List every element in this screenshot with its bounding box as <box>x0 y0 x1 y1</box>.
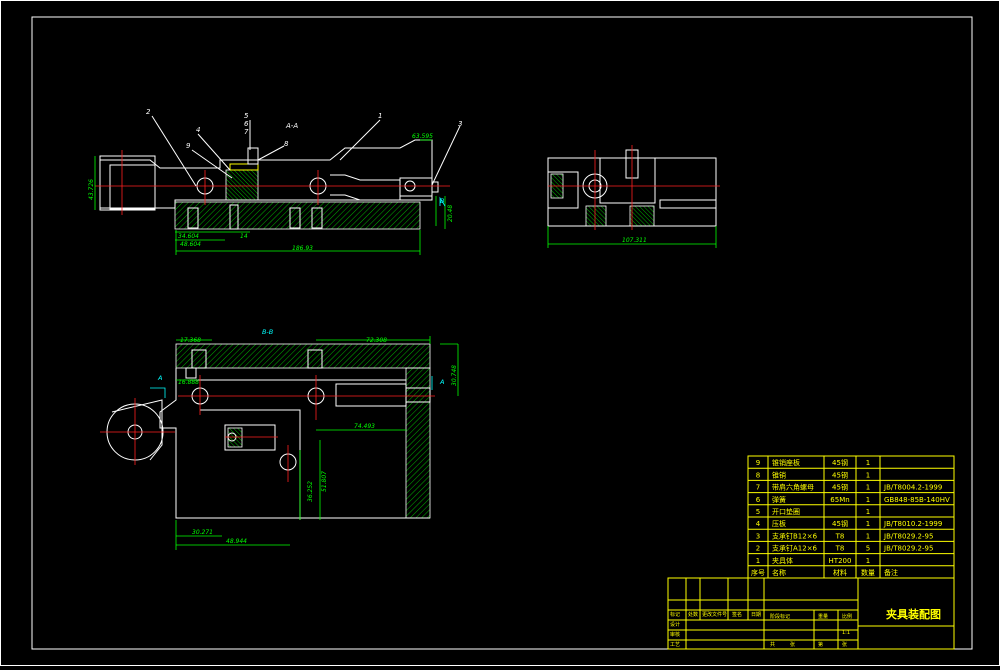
dim-30-271: 30.271 <box>192 529 213 536</box>
bom-cell-std: JB/T8029.2-95 <box>883 545 933 553</box>
tb-mark: 标记 <box>670 611 680 618</box>
bom-cell-qty: 1 <box>866 520 870 528</box>
dim-34-604: 34.604 <box>178 233 199 240</box>
bom-cell-material: 45钢 <box>832 483 848 492</box>
dim-51-807: 51.807 <box>321 471 328 492</box>
tb-sheets-a: 张 <box>790 641 795 648</box>
callout-7: 7 <box>244 128 249 136</box>
bom-cell-qty: 1 <box>866 496 870 504</box>
bom-cell-std: GB848-85B-140HV <box>884 496 950 504</box>
dim-107-311: 107.311 <box>622 237 647 244</box>
bom-cell-qty: 1 <box>866 484 870 492</box>
drawing-title: 夹具装配图 <box>886 607 941 621</box>
dim-63-595: 63.595 <box>412 133 433 140</box>
callout-8: 8 <box>284 140 289 148</box>
dim-36-252: 36.252 <box>307 481 314 502</box>
tb-review: 审核 <box>670 631 680 638</box>
bom-cell-std: JB/T8010.2-1999 <box>883 520 942 528</box>
bom-cell-material: 45钢 <box>832 519 848 528</box>
section-bb-view <box>100 336 459 550</box>
bom-cell-material: T8 <box>835 545 845 553</box>
bom-cell-material: T8 <box>835 532 845 540</box>
section-a-letter-right: A <box>439 378 444 386</box>
dim-48-944: 48.944 <box>226 538 247 545</box>
callout-9: 9 <box>186 142 191 150</box>
bom-cell-name: 带肩六角螺母 <box>772 483 814 492</box>
bom-cell-material: HT200 <box>829 557 852 565</box>
bom-cell-qty: 1 <box>866 557 870 565</box>
tb-date: 日期 <box>751 612 761 618</box>
cad-drawing: 2 4 9 5 6 7 A-A 8 1 3 63.595 34.604 14 4… <box>0 0 1000 666</box>
bom-cell-name: 支承钉A12×6 <box>772 544 818 553</box>
tb-total: 共 <box>770 641 775 648</box>
bom-cell-name: 支承钉B12×6 <box>772 531 818 540</box>
drawing-sheet: 2 4 9 5 6 7 A-A 8 1 3 63.595 34.604 14 4… <box>0 0 1000 666</box>
bom-cell-no: 9 <box>756 459 760 467</box>
dim-72-308: 72.308 <box>366 337 387 344</box>
bom-cell-name: 弹簧 <box>772 495 786 504</box>
bom-header-no: 序号 <box>751 568 765 577</box>
bom-cell-material: 65Mn <box>830 496 849 504</box>
callout-6: 6 <box>244 120 249 128</box>
dim-43-726: 43.726 <box>88 179 95 200</box>
bom-cell-name: 夹具体 <box>772 556 793 565</box>
bom-cell-no: 2 <box>756 545 760 553</box>
tb-process: 工艺 <box>670 642 680 648</box>
bom-cell-no: 4 <box>756 520 761 528</box>
bom-cell-std: JB/T8004.2-1999 <box>883 484 942 492</box>
bom-cell-no: 5 <box>756 508 760 516</box>
bom-header-material: 材料 <box>833 568 847 577</box>
dim-20-48: 20.48 <box>447 205 454 222</box>
bom-cell-std: JB/T8029.2-95 <box>883 532 933 540</box>
tb-count: 处数 <box>688 611 698 618</box>
tb-sheets-b: 张 <box>842 641 847 648</box>
bom-header-name: 名称 <box>772 568 786 577</box>
dim-17-368: 17.368 <box>180 337 201 344</box>
section-a-letter-left: A <box>157 374 162 382</box>
section-aa-label: A-A <box>285 122 298 130</box>
bom-cell-name: 压板 <box>772 519 786 528</box>
side-view <box>547 145 720 248</box>
section-b-letter: B <box>440 197 445 205</box>
tb-design: 设计 <box>670 621 680 628</box>
callout-2: 2 <box>146 108 151 116</box>
dim-30-748: 30.748 <box>451 365 458 386</box>
bom-cell-qty: 1 <box>866 532 870 540</box>
bom-cell-qty: 5 <box>866 545 870 553</box>
bom-cell-no: 3 <box>756 532 760 540</box>
tb-scale-value: 1:1 <box>842 630 850 636</box>
bom-cell-no: 8 <box>756 471 760 479</box>
tb-change-doc: 更改文件号 <box>702 611 727 618</box>
dim-186-93: 186.93 <box>292 245 313 252</box>
bom-cell-no: 7 <box>756 484 760 492</box>
bom-header-qty: 数量 <box>861 568 875 577</box>
inner-frame <box>31 16 973 650</box>
tb-scale: 比例 <box>842 613 852 620</box>
tb-stage-mark: 阶段标记 <box>770 613 790 620</box>
section-bb-label: B-B <box>262 328 274 336</box>
dim-14: 14 <box>240 233 248 240</box>
bom-header-std: 备注 <box>884 568 898 577</box>
dim-16-888: 16.888 <box>178 379 199 386</box>
callout-1: 1 <box>378 112 382 120</box>
tb-weight: 重量 <box>818 613 828 620</box>
dim-74-493: 74.493 <box>354 423 375 430</box>
bom-cell-material: 45钢 <box>832 458 848 467</box>
bom-cell-name: 锥销 <box>772 470 786 479</box>
front-view <box>94 115 461 255</box>
callout-4: 4 <box>196 126 200 134</box>
bom-cell-material: 45钢 <box>832 470 848 479</box>
bom-cell-no: 6 <box>756 496 761 504</box>
callout-3: 3 <box>458 120 462 128</box>
bom-cell-qty: 1 <box>866 471 870 479</box>
bom-cell-no: 1 <box>756 557 760 565</box>
dim-48-604: 48.604 <box>180 241 201 248</box>
bom-cell-name: 锥销座板 <box>772 458 800 467</box>
tb-sign: 签名 <box>732 611 742 618</box>
callout-5: 5 <box>244 112 249 120</box>
bom-cell-qty: 1 <box>866 508 870 516</box>
tb-no: 第 <box>818 641 823 648</box>
bom-cell-qty: 1 <box>866 459 870 467</box>
bom-cell-name: 开口垫圈 <box>772 507 800 516</box>
